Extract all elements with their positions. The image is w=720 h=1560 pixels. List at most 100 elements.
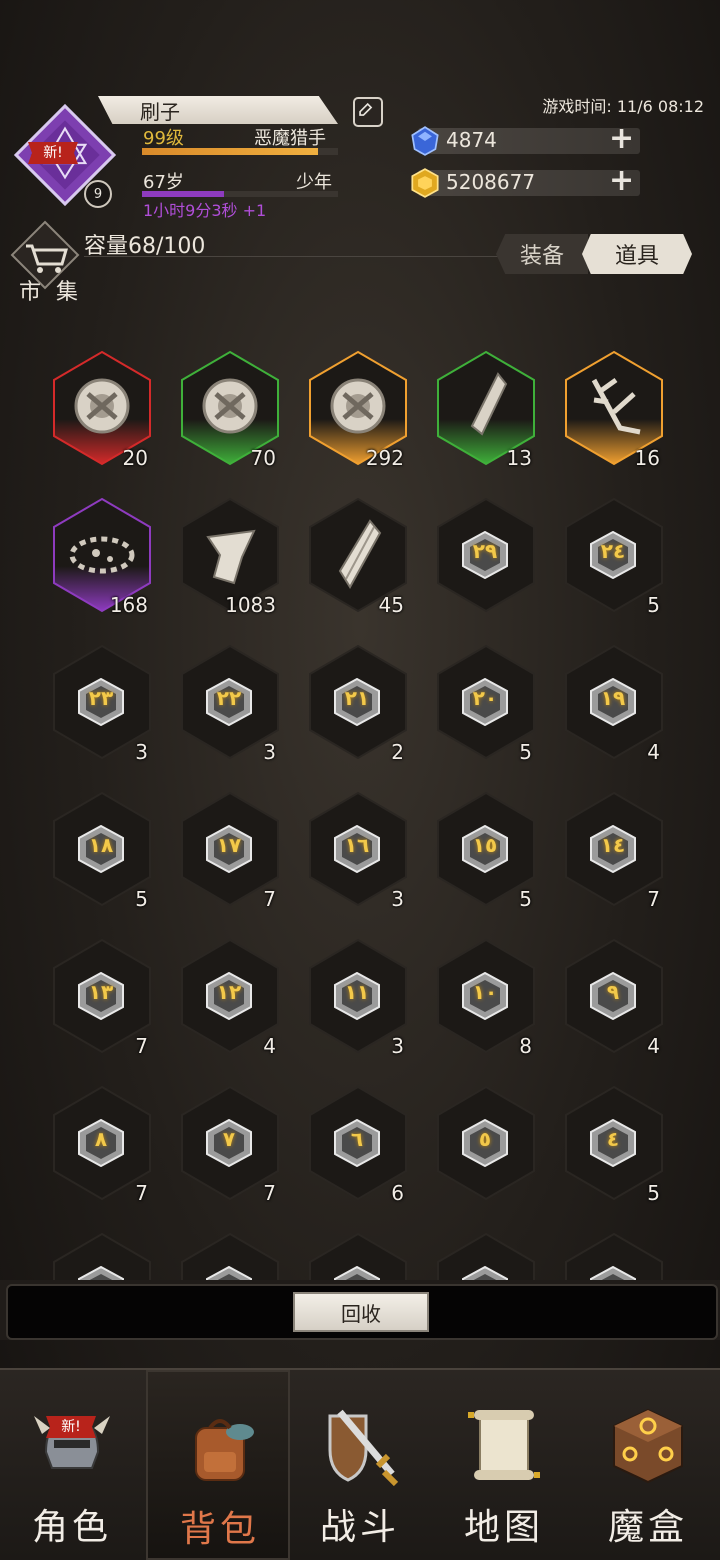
rune-glyph: ١١ <box>344 980 370 1004</box>
sword-shield-icon <box>328 1409 399 1486</box>
rune-glyph: ٥ <box>478 1127 492 1151</box>
nav-new-badge: 新! <box>46 1416 96 1438</box>
inventory-slot[interactable]: ٢٢ 3 <box>170 644 288 774</box>
item-count: 5 <box>647 1181 660 1205</box>
rune-glyph: ١٩ <box>600 686 626 710</box>
nav-map-label: 地图 <box>463 1507 544 1548</box>
item-count: 7 <box>263 887 276 911</box>
inventory-slot[interactable]: 16 <box>554 350 672 480</box>
nav-character[interactable]: 新! 角色 <box>0 1370 144 1560</box>
rune-glyph: ٢٩ <box>472 539 498 563</box>
inventory-slot[interactable]: ٨7 <box>42 1085 160 1215</box>
rune-glyph: ١٨ <box>88 833 114 857</box>
rune-glyph: ٨ <box>94 1127 108 1151</box>
nav-backpack[interactable]: 背包 <box>146 1370 290 1560</box>
inventory-slot[interactable]: ١٠ 8 <box>426 938 544 1068</box>
inventory-slot[interactable]: ٢١ 2 <box>298 644 416 774</box>
inventory-slot[interactable]: 70 <box>170 350 288 480</box>
inventory-slot[interactable]: ٦6 <box>298 1085 416 1215</box>
nav-map[interactable]: 地图 <box>432 1370 576 1560</box>
inventory-slot[interactable]: ١٩ 4 <box>554 644 672 774</box>
rune-gem-icon <box>78 1265 124 1280</box>
inventory-slot[interactable]: 13 <box>426 350 544 480</box>
rune-gem-icon: ١٦ <box>334 824 380 874</box>
add-gems-button[interactable]: + <box>609 124 634 154</box>
inventory-slot[interactable]: ١٤ 7 <box>554 791 672 921</box>
nav-battle[interactable]: 战斗 <box>288 1370 432 1560</box>
inventory-slot[interactable]: ٩4 <box>554 938 672 1068</box>
inventory-slot[interactable]: ٤5 <box>554 1085 672 1215</box>
name-plate <box>98 96 338 124</box>
rune-gem-icon: ١٧ <box>206 824 252 874</box>
add-gold-button[interactable]: + <box>609 166 634 196</box>
tab-equipment[interactable]: 装备 <box>496 234 588 274</box>
inventory-slot[interactable]: ٥ <box>426 1085 544 1215</box>
player-name: 刷子 <box>140 100 180 124</box>
backpack-icon <box>195 1419 254 1481</box>
rune-gem-icon: ٩ <box>590 971 636 1021</box>
edit-name-button[interactable] <box>353 97 383 127</box>
inventory-slot[interactable] <box>554 1232 672 1280</box>
rune-glyph: ٢١ <box>344 686 370 710</box>
rune-gem-icon <box>334 1265 380 1280</box>
inventory-slot[interactable]: 45 <box>298 497 416 627</box>
item-count: 7 <box>135 1034 148 1058</box>
inventory-slot[interactable] <box>298 1232 416 1280</box>
item-count: 5 <box>519 740 532 764</box>
avatar-level-badge: 9 <box>84 180 112 208</box>
item-count: 3 <box>391 887 404 911</box>
inventory-slot[interactable] <box>170 1232 288 1280</box>
header-divider <box>84 256 504 257</box>
inventory-slot[interactable]: 1083 <box>170 497 288 627</box>
recycle-button[interactable]: 回收 <box>293 1292 429 1332</box>
tab-items[interactable]: 道具 <box>582 234 692 274</box>
item-count: 7 <box>263 1181 276 1205</box>
nav-magic-box[interactable]: 魔盒 <box>576 1370 720 1560</box>
inventory-slot[interactable]: ٢٩ <box>426 497 544 627</box>
rune-gem-icon: ١٢ <box>206 971 252 1021</box>
player-level: 99级 <box>143 128 184 149</box>
item-count: 6 <box>391 1181 404 1205</box>
inventory-slot[interactable]: ١٦ 3 <box>298 791 416 921</box>
item-count: 70 <box>250 446 276 470</box>
inventory-slot[interactable]: ٢٣ 3 <box>42 644 160 774</box>
gold-value: 5208677 <box>446 170 536 194</box>
new-badge: 新! <box>28 142 78 164</box>
inventory-slot[interactable]: ١١ 3 <box>298 938 416 1068</box>
rune-glyph: ٦ <box>350 1127 364 1151</box>
rune-glyph: ١٦ <box>344 833 370 857</box>
item-count: 7 <box>647 887 660 911</box>
inventory-slot[interactable]: 168 <box>42 497 160 627</box>
inventory-slot[interactable] <box>42 1232 160 1280</box>
rune-glyph: ٢٢ <box>216 686 242 710</box>
rune-gem-icon <box>590 1265 636 1280</box>
inventory-slot[interactable]: ١٢ 4 <box>170 938 288 1068</box>
rune-gem-icon: ٦ <box>334 1118 380 1168</box>
inventory-slot[interactable]: ١٨ 5 <box>42 791 160 921</box>
inventory-slot[interactable]: ١٣ 7 <box>42 938 160 1068</box>
nav-backpack-label: 背包 <box>179 1509 260 1550</box>
item-count: 13 <box>506 446 532 470</box>
item-count: 2 <box>391 740 404 764</box>
rune-glyph: ٢٠ <box>472 686 498 710</box>
inventory-slot[interactable]: 292 <box>298 350 416 480</box>
inventory-slot[interactable]: ١٥ 5 <box>426 791 544 921</box>
gold-coin-icon <box>410 168 439 198</box>
inventory-slot[interactable]: ٢٤ 5 <box>554 497 672 627</box>
inventory-grid: 20 70 292 13 16 168 1083 45 ٢٩ ٢٤ 5 ٢٣ 3 ٢٢ 3 ٢١ 2 ٢٠ 5 ١٩ 4… <box>42 350 682 1280</box>
rune-gem-icon: ٢٣ <box>78 677 124 727</box>
inventory-slot[interactable]: ١٧ 7 <box>170 791 288 921</box>
nav-magic-box-label: 魔盒 <box>607 1507 688 1548</box>
rune-glyph: ١٢ <box>216 980 242 1004</box>
inventory-slot[interactable] <box>426 1232 544 1280</box>
magic-box-icon <box>613 1408 683 1484</box>
inventory-slot[interactable]: ٧7 <box>170 1085 288 1215</box>
rune-gem-icon: ٥ <box>462 1118 508 1168</box>
rune-gem-icon: ٤ <box>590 1118 636 1168</box>
inventory-slot[interactable]: ٢٠ 5 <box>426 644 544 774</box>
inventory-slot[interactable]: 20 <box>42 350 160 480</box>
rune-glyph: ٢٣ <box>88 686 114 710</box>
rune-gem-icon: ٨ <box>78 1118 124 1168</box>
rune-gem-icon <box>462 1265 508 1280</box>
item-count: 8 <box>519 1034 532 1058</box>
